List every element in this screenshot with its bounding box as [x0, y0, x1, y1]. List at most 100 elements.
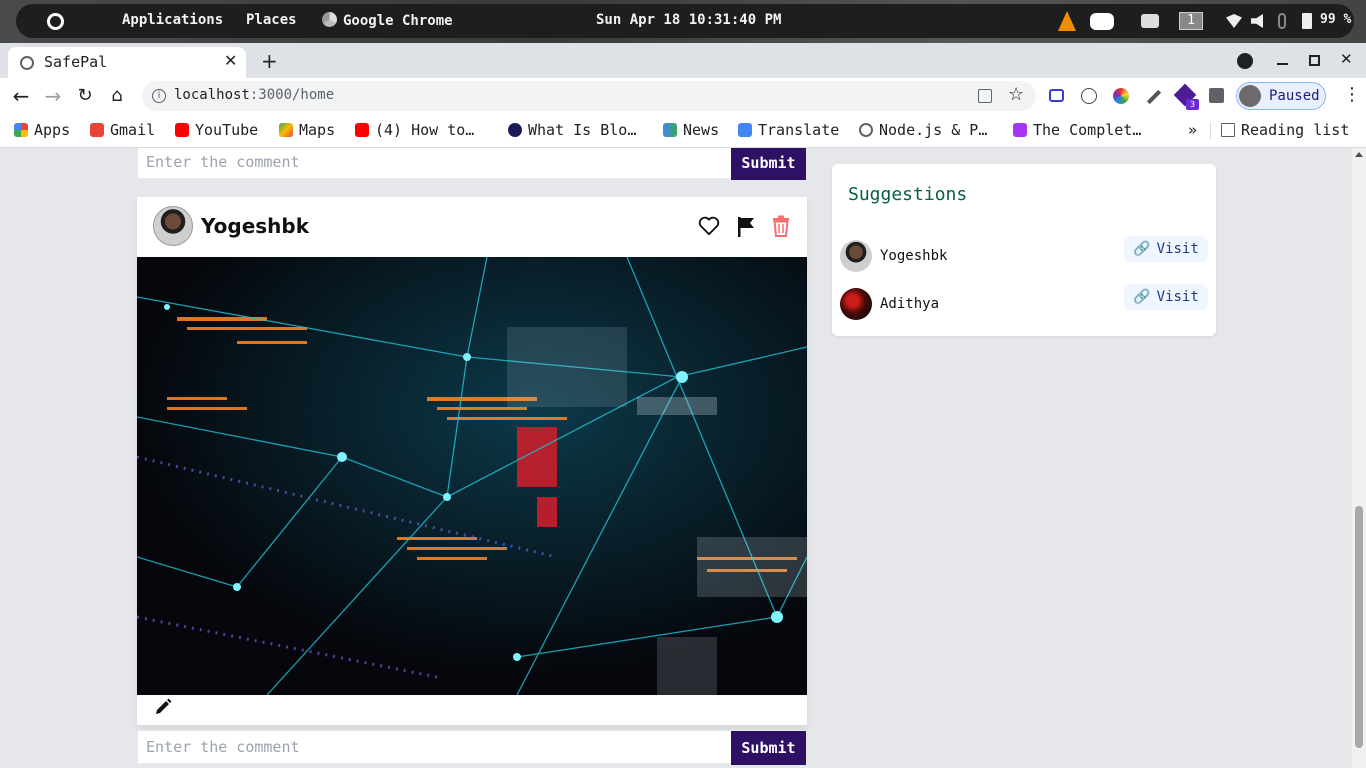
people-icon[interactable]: [1141, 14, 1159, 28]
submit-comment-button[interactable]: Submit: [731, 731, 806, 765]
comment-form: Enter the comment Submit: [137, 148, 807, 180]
vlc-icon[interactable]: [1058, 11, 1076, 31]
page-scrollbar[interactable]: [1352, 148, 1366, 768]
suggestion-name[interactable]: Adithya: [880, 296, 939, 312]
bookmark-the-complete[interactable]: The Complet…: [1013, 121, 1141, 139]
bookmark-label: What Is Blo…: [528, 121, 637, 139]
applications-menu[interactable]: Applications: [122, 12, 223, 28]
browser-toolbar: ← → ↻ ⌂ i localhost:3000/home ☆ 3 Paused…: [0, 78, 1366, 114]
battery-percent: 99 %: [1320, 12, 1352, 27]
new-tab-icon[interactable]: +: [261, 49, 278, 73]
forward-icon[interactable]: →: [44, 86, 62, 106]
home-icon[interactable]: ⌂: [108, 87, 126, 105]
suggestion-item: Adithya 🔗 Visit: [840, 284, 1208, 320]
url-path: :3000/home: [249, 87, 335, 103]
avatar[interactable]: [840, 240, 872, 272]
post-username[interactable]: Yogeshbk: [201, 214, 309, 238]
profile-button[interactable]: Paused: [1236, 82, 1326, 110]
bookmark-youtube[interactable]: YouTube: [175, 121, 258, 139]
comment-input[interactable]: Enter the comment: [146, 153, 300, 171]
bookmarks-bar: Apps Gmail YouTube Maps (4) How to… What…: [0, 114, 1366, 148]
bookmark-nodejs[interactable]: Node.js & P…: [859, 121, 987, 139]
bookmark-label: Maps: [299, 121, 336, 139]
bookmarks-overflow-icon[interactable]: »: [1188, 121, 1197, 139]
active-app-label: Google Chrome: [343, 13, 453, 29]
bookmark-label: The Complet…: [1033, 121, 1142, 139]
bookmark-youtube-howto[interactable]: (4) How to…: [355, 121, 474, 139]
scrollbar-thumb[interactable]: [1355, 506, 1363, 748]
maximize-icon[interactable]: [1309, 55, 1320, 66]
active-app-menu[interactable]: Google Chrome: [322, 12, 453, 29]
url-text[interactable]: localhost:3000/home: [174, 87, 334, 103]
visit-button[interactable]: 🔗 Visit: [1124, 236, 1208, 262]
site-info-icon[interactable]: i: [152, 89, 166, 103]
udemy-icon: [1013, 123, 1027, 137]
suggestion-item: Yogeshbk 🔗 Visit: [840, 236, 1208, 272]
profile-status: Paused: [1269, 88, 1320, 104]
tab-strip: SafePal ✕ + ✕: [0, 43, 1366, 78]
extension-screencast-icon[interactable]: [1049, 89, 1064, 102]
bookmark-label: News: [683, 121, 720, 139]
minimize-icon[interactable]: [1277, 63, 1288, 65]
comment-input[interactable]: Enter the comment: [146, 738, 300, 756]
gmail-icon: [90, 123, 104, 137]
reading-list-label: Reading list: [1241, 121, 1350, 139]
avatar[interactable]: [153, 206, 193, 246]
places-menu[interactable]: Places: [246, 12, 297, 28]
submit-comment-button[interactable]: Submit: [731, 148, 806, 180]
visit-button[interactable]: 🔗 Visit: [1124, 284, 1208, 310]
workspace-indicator[interactable]: 1: [1179, 12, 1203, 30]
close-tab-icon[interactable]: ✕: [224, 51, 237, 70]
bookmark-maps[interactable]: Maps: [279, 121, 335, 139]
bookmark-news[interactable]: News: [663, 121, 719, 139]
tab-safepal[interactable]: SafePal ✕: [8, 47, 246, 78]
visit-label: Visit: [1156, 241, 1199, 257]
maps-icon: [279, 123, 293, 137]
extension-code-icon[interactable]: [1081, 88, 1097, 104]
scroll-up-arrow-icon[interactable]: [1355, 152, 1363, 157]
extension-eyedropper-icon[interactable]: [1146, 89, 1162, 105]
activities-icon[interactable]: [47, 13, 64, 30]
reading-list-button[interactable]: Reading list: [1221, 121, 1349, 139]
reading-list-icon: [1221, 123, 1235, 137]
like-heart-icon[interactable]: [698, 216, 720, 236]
bookmark-gmail[interactable]: Gmail: [90, 121, 155, 139]
bookmark-what-is-blo[interactable]: What Is Blo…: [508, 121, 636, 139]
reload-icon[interactable]: ↻: [76, 87, 94, 105]
youtube-icon: [355, 123, 369, 137]
address-bar[interactable]: i localhost:3000/home ☆: [142, 81, 1036, 111]
edit-pencil-icon[interactable]: [153, 697, 173, 717]
discord-icon[interactable]: [1090, 13, 1114, 30]
post-card: Yogeshbk: [137, 197, 807, 725]
browser-menu-icon[interactable]: ⋮: [1343, 84, 1361, 105]
extensions-puzzle-icon[interactable]: [1209, 88, 1224, 103]
system-top-bar: Applications Places Google Chrome Sun Ap…: [0, 0, 1366, 43]
apps-grid-icon: [14, 123, 28, 137]
battery-icon[interactable]: [1302, 13, 1312, 29]
bookmarks-divider: [1210, 122, 1211, 140]
back-icon[interactable]: ←: [12, 86, 30, 106]
bookmark-label: Translate: [758, 121, 840, 139]
microphone-icon[interactable]: [1278, 13, 1286, 29]
bookmark-label: (4) How to…: [375, 121, 475, 139]
url-host: localhost: [174, 87, 250, 103]
b-logo-icon: [508, 123, 522, 137]
suggestion-name[interactable]: Yogeshbk: [880, 248, 947, 264]
delete-trash-icon[interactable]: [771, 215, 791, 237]
avatar[interactable]: [840, 288, 872, 320]
page-content: Enter the comment Submit Yogeshbk Enter …: [0, 148, 1352, 768]
extension-color-icon[interactable]: [1113, 88, 1129, 104]
report-flag-icon[interactable]: [736, 216, 756, 238]
avatar: [1239, 85, 1261, 107]
tab-search-icon[interactable]: [1237, 53, 1253, 69]
extension-badge-count: 3: [1186, 99, 1199, 110]
bookmark-apps[interactable]: Apps: [14, 121, 70, 139]
clock[interactable]: Sun Apr 18 10:31:40 PM: [596, 12, 781, 28]
close-window-icon[interactable]: ✕: [1340, 50, 1353, 68]
post-image: [137, 257, 807, 695]
bookmark-translate[interactable]: Translate: [738, 121, 839, 139]
bookmark-star-icon[interactable]: ☆: [1008, 84, 1024, 105]
link-icon: 🔗: [1133, 289, 1151, 305]
suggestions-title: Suggestions: [848, 184, 968, 205]
translate-page-icon[interactable]: [978, 89, 992, 103]
